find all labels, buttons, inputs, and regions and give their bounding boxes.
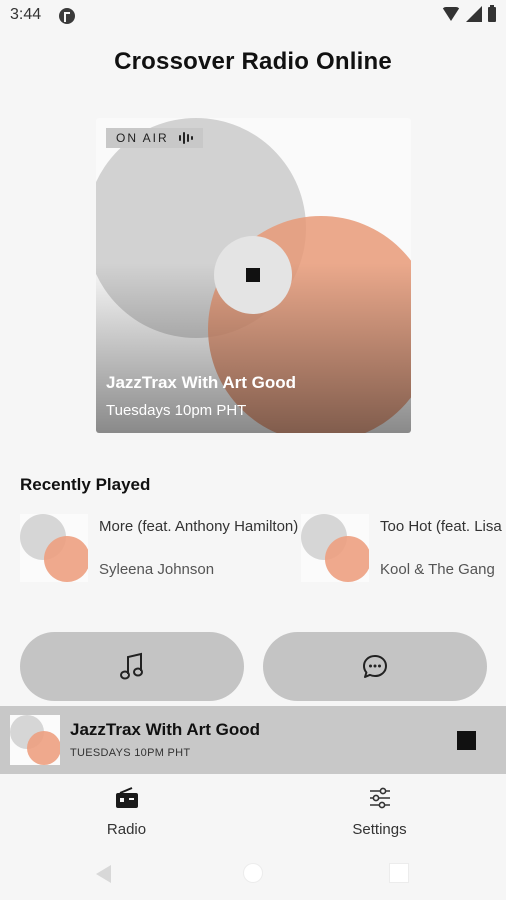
audio-bars-icon <box>178 131 193 145</box>
on-air-badge: ON AIR <box>106 128 203 148</box>
status-icons <box>442 4 496 22</box>
page-title: Crossover Radio Online <box>114 48 392 75</box>
app-notification-icon <box>59 8 75 24</box>
stop-icon <box>246 268 260 282</box>
track-artwork <box>301 514 369 582</box>
track-artist: Kool & The Gang <box>380 561 495 578</box>
bottom-nav: Radio Settings <box>0 774 506 856</box>
signal-icon <box>466 6 482 22</box>
status-bar: 3:44 <box>0 0 506 32</box>
nav-item-radio[interactable]: Radio <box>0 774 253 856</box>
mini-player-subtitle: TUESDAYS 10PM PHT <box>70 747 191 759</box>
track-title: Too Hot (feat. Lisa Stansfield) <box>380 518 506 535</box>
system-nav-bar <box>0 856 506 900</box>
wifi-icon <box>442 6 460 22</box>
status-time: 3:44 <box>10 6 42 23</box>
radio-icon <box>115 787 138 808</box>
mini-player[interactable]: JazzTrax With Art Good TUESDAYS 10PM PHT <box>0 706 506 774</box>
track-artist: Syleena Johnson <box>99 561 215 578</box>
track-title: More (feat. Anthony Hamilton) <box>99 518 299 535</box>
list-item[interactable]: Too Hot (feat. Lisa Stansfield) Kool & T… <box>301 514 506 584</box>
track-artwork <box>20 514 88 582</box>
recents-icon[interactable] <box>390 864 408 882</box>
show-schedule: Tuesdays 10pm PHT <box>106 402 247 419</box>
sliders-icon <box>369 787 390 809</box>
show-title: JazzTrax With Art Good <box>106 373 297 392</box>
mini-player-title: JazzTrax With Art Good <box>70 720 261 739</box>
on-air-label: ON AIR <box>116 131 169 145</box>
recently-played-list[interactable]: More (feat. Anthony Hamilton) Syleena Jo… <box>20 514 506 584</box>
nav-label-radio: Radio <box>106 821 147 838</box>
stop-icon[interactable] <box>457 731 476 750</box>
music-note-icon <box>120 652 143 679</box>
mini-player-artwork <box>10 715 60 765</box>
now-playing-card[interactable]: ON AIR JazzTrax With Art Good Tuesdays 1… <box>96 118 411 433</box>
chat-button[interactable] <box>263 632 487 701</box>
home-icon[interactable] <box>244 864 262 882</box>
list-item[interactable]: More (feat. Anthony Hamilton) Syleena Jo… <box>20 514 298 584</box>
nav-item-settings[interactable]: Settings <box>253 774 506 856</box>
chat-bubble-icon <box>363 654 387 678</box>
back-icon[interactable] <box>96 865 111 883</box>
stop-button[interactable] <box>214 236 292 314</box>
battery-icon <box>488 4 496 22</box>
music-button[interactable] <box>20 632 244 701</box>
recently-played-heading: Recently Played <box>20 475 151 494</box>
nav-label-settings: Settings <box>352 821 407 838</box>
